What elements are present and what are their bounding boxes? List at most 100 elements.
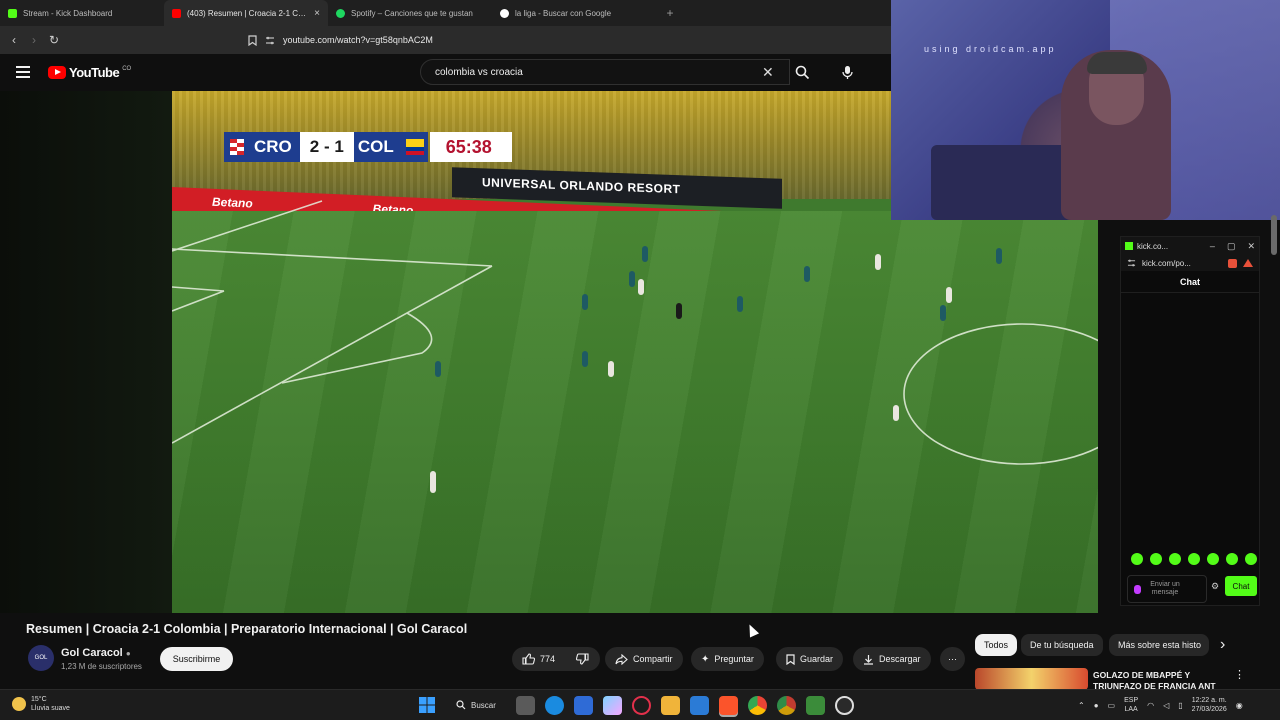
new-tab-button[interactable]: +	[660, 6, 680, 20]
referee	[676, 303, 682, 319]
streamer-headset	[1087, 52, 1147, 74]
emote-icon[interactable]	[1188, 553, 1200, 565]
search-button[interactable]	[786, 59, 818, 85]
language-indicator[interactable]: ESP LAA	[1124, 696, 1138, 714]
like-count: 774	[540, 654, 556, 664]
clock[interactable]: 12:22 a. m. 27/03/2026	[1192, 696, 1227, 714]
bookmark-icon	[786, 653, 795, 665]
back-button[interactable]: ‹	[4, 33, 24, 47]
subscribe-button[interactable]: Suscribirme	[160, 647, 233, 671]
battery-icon[interactable]: ▯	[1178, 701, 1182, 710]
search-input[interactable]: colombia vs croacia	[420, 59, 790, 85]
file-explorer-icon[interactable]	[660, 695, 680, 715]
tab-kick-dashboard[interactable]: Stream - Kick Dashboard	[0, 0, 164, 26]
minimize-icon[interactable]: –	[1210, 241, 1215, 252]
outlook-icon[interactable]	[573, 695, 593, 715]
menu-icon[interactable]	[16, 66, 30, 78]
forward-button[interactable]: ›	[24, 33, 44, 47]
player	[582, 294, 588, 310]
player	[893, 405, 899, 421]
recommended-thumbnail[interactable]	[975, 668, 1088, 690]
chat-send-button[interactable]: Chat	[1225, 576, 1257, 596]
recommended-title[interactable]: GOLAZO DE MBAPPÉ Y TRIUNFAZO DE FRANCIA …	[1093, 670, 1223, 689]
brave-shield-icon[interactable]	[1228, 258, 1237, 268]
microphone-icon[interactable]: ●	[1094, 701, 1099, 710]
volume-icon[interactable]: ◁	[1163, 701, 1169, 710]
clear-search-icon[interactable]: ✕	[762, 64, 774, 81]
tab-title: Spotify – Canciones que te gustan	[351, 8, 473, 18]
kick-window-titlebar: kick.co... – ▢ ✕	[1121, 237, 1259, 255]
taskbar-search[interactable]: Buscar	[446, 695, 506, 715]
brave-rewards-icon[interactable]	[1243, 259, 1253, 267]
minecraft-icon[interactable]	[805, 695, 825, 715]
brave-icon[interactable]	[718, 695, 738, 715]
lang-line1: ESP	[1124, 697, 1139, 704]
emote-icon[interactable]	[1207, 553, 1219, 565]
channel-avatar[interactable]: GOL	[28, 645, 54, 671]
address-bar[interactable]: youtube.com/watch?v=gt58qnbAC2M	[248, 30, 888, 50]
like-button[interactable]: 774	[512, 647, 566, 671]
site-info-icon[interactable]	[265, 36, 275, 45]
close-tab-icon[interactable]: ×	[314, 8, 320, 19]
channel-name[interactable]: Gol Caracol ●	[61, 647, 131, 659]
weather-widget[interactable]: 15°C Lluvia suave	[12, 695, 70, 713]
task-view-icon[interactable]	[515, 695, 535, 715]
dislike-button[interactable]	[566, 647, 600, 671]
download-button[interactable]: Descargar	[853, 647, 931, 671]
chevron-up-icon[interactable]: ⌃	[1078, 701, 1085, 710]
youtube-favicon-icon	[172, 8, 181, 18]
maximize-icon[interactable]: ▢	[1227, 241, 1236, 252]
ask-button[interactable]: ✦ Preguntar	[691, 647, 764, 671]
windows-start-icon[interactable]	[418, 696, 436, 714]
browser-toolbar: ‹ › ↻ youtube.com/watch?v=gt58qnbAC2M	[0, 26, 892, 54]
bookmark-icon[interactable]	[248, 34, 257, 46]
reload-button[interactable]: ↻	[44, 33, 64, 47]
chrome-icon[interactable]	[747, 695, 767, 715]
taskbar-search-label: Buscar	[471, 700, 496, 710]
copilot-icon[interactable]	[602, 695, 622, 715]
more-options-icon[interactable]: ⋮	[1234, 668, 1245, 681]
chip-label: De tu búsqueda	[1030, 640, 1094, 650]
wifi-icon[interactable]: ◠	[1147, 701, 1154, 710]
tab-youtube-video[interactable]: (403) Resumen | Croacia 2-1 Colombia ×	[164, 0, 328, 26]
share-button[interactable]: Compartir	[605, 647, 683, 671]
gear-icon[interactable]: ⚙	[1211, 581, 1219, 592]
close-icon[interactable]: ✕	[1247, 241, 1255, 252]
sparkle-icon: ✦	[701, 653, 710, 665]
tab-google-search[interactable]: la liga - Buscar con Google	[492, 0, 656, 26]
player	[737, 296, 743, 312]
ask-label: Preguntar	[714, 654, 754, 664]
cam-desk	[931, 145, 1081, 220]
save-button[interactable]: Guardar	[776, 647, 844, 671]
voice-search-button[interactable]	[834, 59, 860, 85]
emote-icon[interactable]	[1245, 553, 1257, 565]
logo-wordmark: YouTube	[69, 65, 120, 80]
chip-more-about[interactable]: Más sobre esta histo	[1109, 634, 1209, 656]
chat-message-input[interactable]: Enviar un mensaje	[1127, 575, 1207, 603]
edge-icon[interactable]	[544, 695, 564, 715]
tab-spotify[interactable]: Spotify – Canciones que te gustan	[328, 0, 492, 26]
url-text: youtube.com/watch?v=gt58qnbAC2M	[283, 35, 433, 45]
notification-icon[interactable]: ◉	[1236, 701, 1243, 710]
weather-desc: Lluvia suave	[31, 705, 70, 712]
opera-icon[interactable]	[631, 695, 651, 715]
chevron-right-icon[interactable]: ›	[1220, 636, 1225, 654]
page-scrollbar[interactable]	[1271, 215, 1277, 255]
obs-icon[interactable]	[834, 695, 854, 715]
emote-icon[interactable]	[1226, 553, 1238, 565]
tray-app-icon[interactable]: ▭	[1108, 701, 1116, 710]
emote-icon[interactable]	[1169, 553, 1181, 565]
microphone-icon[interactable]	[1134, 584, 1141, 594]
youtube-logo[interactable]: YouTube CO	[48, 65, 131, 80]
player	[435, 361, 441, 377]
site-info-icon[interactable]	[1127, 259, 1136, 267]
emote-icon[interactable]	[1131, 553, 1143, 565]
chip-all[interactable]: Todos	[975, 634, 1018, 656]
chip-from-search[interactable]: De tu búsqueda	[1021, 634, 1103, 656]
chrome-profile-icon[interactable]	[776, 695, 796, 715]
scorebug: CRO 2 - 1 COL 65:38	[224, 132, 512, 162]
emote-icon[interactable]	[1150, 553, 1162, 565]
vscode-icon[interactable]	[689, 695, 709, 715]
google-favicon-icon	[500, 8, 509, 18]
more-actions-button[interactable]: ⋯	[940, 647, 965, 671]
